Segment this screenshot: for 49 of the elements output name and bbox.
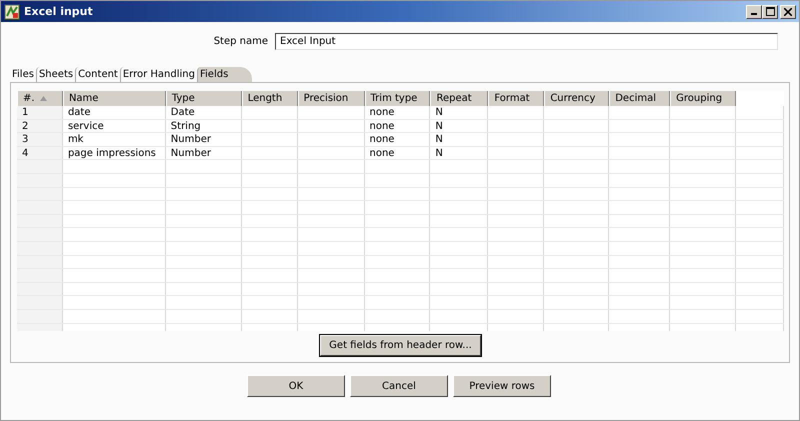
spreadsheet-icon bbox=[4, 4, 20, 20]
step-name-field[interactable]: Excel Input bbox=[275, 32, 778, 50]
column-label: #. bbox=[23, 92, 35, 106]
column-header[interactable]: Name bbox=[62, 91, 166, 106]
close-icon bbox=[784, 8, 792, 16]
table-cell: mk bbox=[68, 134, 84, 146]
table-cell: service bbox=[68, 120, 104, 132]
column-header[interactable]: Length bbox=[242, 91, 298, 106]
table-cell: String bbox=[170, 120, 201, 132]
maximize-button[interactable] bbox=[762, 4, 778, 18]
table-cell: none bbox=[370, 134, 394, 146]
table-cell: Date bbox=[170, 107, 195, 118]
column-header[interactable]: Decimal bbox=[609, 91, 670, 106]
maximize-icon bbox=[766, 7, 774, 16]
table-cell: date bbox=[68, 107, 90, 118]
tab[interactable]: Files bbox=[10, 67, 36, 82]
table-cell: 2 bbox=[22, 120, 28, 132]
dialog-button[interactable]: Cancel bbox=[350, 375, 448, 397]
column-header[interactable]: Type bbox=[166, 91, 242, 106]
sort-arrow-icon bbox=[40, 96, 47, 101]
table-cell: none bbox=[370, 107, 394, 118]
table-cell: page impressions bbox=[68, 148, 156, 159]
step-name-label: Step name bbox=[212, 36, 269, 46]
get-fields-button[interactable]: Get fields from header row... bbox=[320, 335, 481, 356]
table-cell: Number bbox=[170, 134, 211, 146]
window-title: Excel input bbox=[24, 5, 94, 18]
minimize-button[interactable] bbox=[746, 4, 762, 18]
column-header[interactable]: Trim type bbox=[364, 91, 430, 106]
table-cell: none bbox=[370, 120, 394, 132]
column-header[interactable]: Currency bbox=[544, 91, 610, 106]
table-cell: N bbox=[435, 107, 443, 118]
tab[interactable]: Fields bbox=[197, 67, 252, 82]
table-cell: 1 bbox=[22, 107, 28, 118]
table-cell: Number bbox=[170, 148, 211, 159]
column-header[interactable]: Precision bbox=[298, 91, 365, 106]
table-cell: N bbox=[435, 134, 443, 146]
tab[interactable]: Content bbox=[75, 67, 120, 82]
tab[interactable]: Sheets bbox=[36, 67, 76, 82]
close-button[interactable] bbox=[780, 4, 796, 18]
column-header[interactable]: Repeat bbox=[430, 91, 488, 106]
dialog-button[interactable]: OK bbox=[247, 375, 345, 397]
table-cell: N bbox=[435, 120, 443, 132]
table-cell: N bbox=[435, 148, 443, 159]
column-header[interactable]: Format bbox=[488, 91, 544, 106]
dialog-button[interactable]: Preview rows bbox=[453, 375, 551, 397]
table-cell: none bbox=[370, 148, 394, 159]
table-cell: 3 bbox=[22, 134, 28, 146]
table-cell: 4 bbox=[22, 148, 28, 159]
minimize-icon bbox=[751, 13, 757, 15]
